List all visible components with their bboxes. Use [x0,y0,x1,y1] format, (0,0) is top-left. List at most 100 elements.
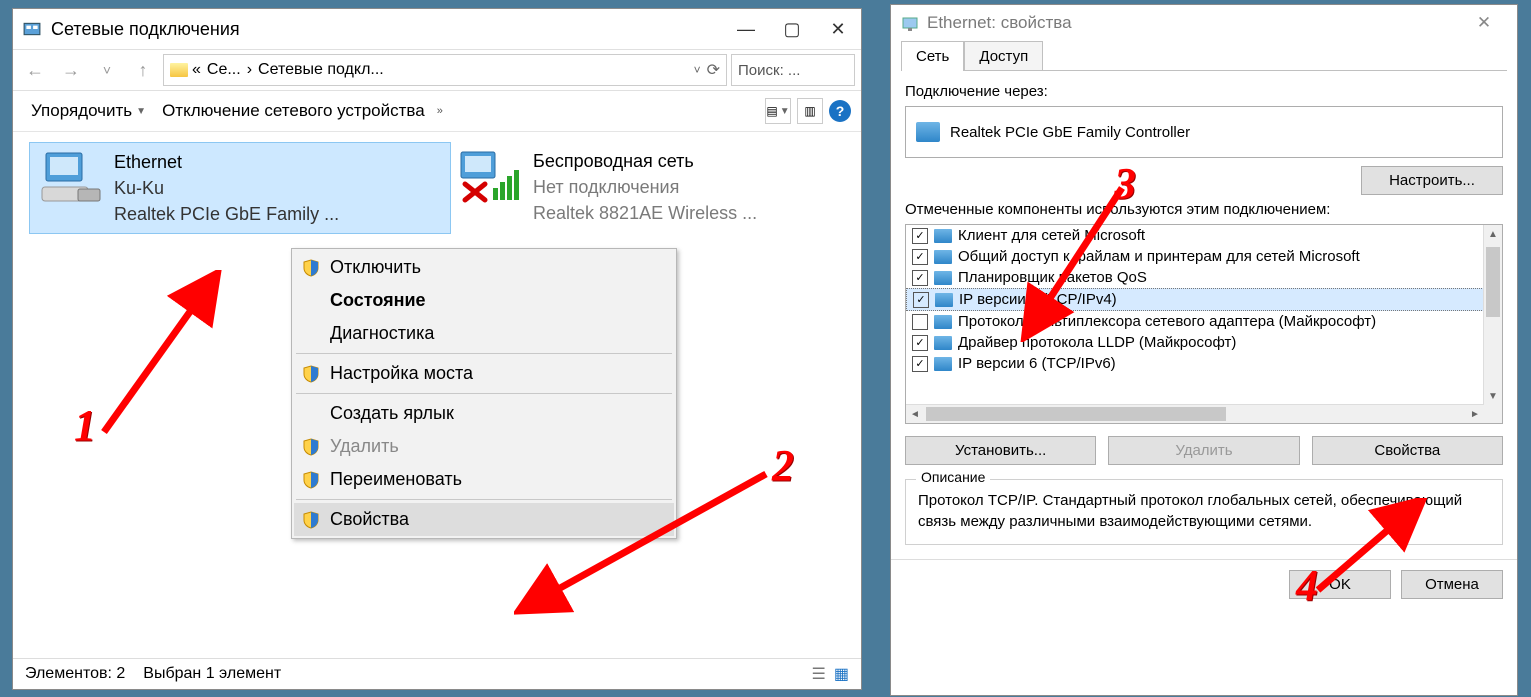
breadcrumb-dropdown-icon[interactable]: ˅ [694,63,701,77]
toolbar-overflow-icon[interactable]: » [433,105,447,117]
component-row[interactable]: ✓ Планировщик пакетов QoS [906,267,1484,288]
toolbar: Упорядочить▼ Отключение сетевого устройс… [13,91,861,132]
protocol-icon [934,229,952,243]
conn-status: Ku-Ku [114,175,440,201]
ctx-properties[interactable]: Свойства [294,503,674,536]
connect-via-label: Подключение через: [905,83,1503,100]
scroll-down-icon[interactable]: ▼ [1484,387,1502,405]
separator [296,499,672,500]
adapter-icon [901,14,919,32]
folder-icon [170,63,188,77]
search-input[interactable]: Поиск: ... [731,54,855,86]
remove-button: Удалить [1108,436,1299,465]
scroll-right-icon[interactable]: ► [1466,405,1484,423]
components-label: Отмеченные компоненты используются этим … [905,201,1503,218]
component-label: Клиент для сетей Microsoft [958,227,1145,244]
scroll-thumb[interactable] [1486,247,1500,317]
scroll-left-icon[interactable]: ◄ [906,405,924,423]
nav-bar: ← → ˅ ↑ « Се... › Сетевые подкл... ˅ ⟳ П… [13,49,861,91]
tabs: Сеть Доступ [901,41,1507,71]
ctx-status[interactable]: Состояние [294,284,674,317]
cancel-button[interactable]: Отмена [1401,570,1503,599]
annotation-3: 3 [1114,158,1136,209]
nav-up-icon[interactable]: ↑ [127,54,159,86]
tiles-view-icon[interactable]: ▦ [834,664,849,684]
status-selected: Выбран 1 элемент [143,665,281,683]
protocol-icon [934,271,952,285]
ethernet-adapter-icon [40,149,104,205]
checkbox[interactable]: ✓ [912,356,928,372]
component-label: IP версии 6 (TCP/IPv6) [958,355,1116,372]
checkbox[interactable]: ✓ [912,335,928,351]
close-button[interactable]: ✕ [815,9,861,49]
checkbox[interactable] [912,314,928,330]
nav-forward-icon[interactable]: → [55,54,87,86]
ctx-disconnect[interactable]: Отключить [294,251,674,284]
vertical-scrollbar[interactable]: ▲ ▼ [1483,225,1502,405]
content-area: Ethernet Ku-Ku Realtek PCIe GbE Family .… [13,132,861,616]
tab-access[interactable]: Доступ [964,41,1043,71]
annotation-1: 1 [74,400,96,451]
network-card-icon [916,122,940,142]
description-group: Описание Протокол TCP/IP. Стандартный пр… [905,479,1503,545]
protocol-icon [935,293,953,307]
status-bar: Элементов: 2 Выбран 1 элемент ☰ ▦ [13,658,861,689]
conn-device: Realtek PCIe GbE Family ... [114,201,440,227]
status-count: Элементов: 2 [25,665,125,683]
component-label: Общий доступ к файлам и принтерам для се… [958,248,1360,265]
checkbox[interactable]: ✓ [912,228,928,244]
properties-button[interactable]: Свойства [1312,436,1503,465]
shield-icon [302,438,320,456]
adapter-name: Realtek PCIe GbE Family Controller [950,124,1190,141]
ctx-delete[interactable]: Удалить [294,430,674,463]
component-row[interactable]: ✓ Общий доступ к файлам и принтерам для с… [906,246,1484,267]
dialog-footer: OK Отмена [891,559,1517,609]
connection-item-wireless[interactable]: Беспроводная сеть Нет подключения Realte… [449,142,861,232]
minimize-button[interactable]: — [723,9,769,49]
install-button[interactable]: Установить... [905,436,1096,465]
ctx-shortcut[interactable]: Создать ярлык [294,397,674,430]
connection-item-ethernet[interactable]: Ethernet Ku-Ku Realtek PCIe GbE Family .… [29,142,451,234]
nav-back-icon[interactable]: ← [19,54,51,86]
separator [296,353,672,354]
breadcrumb-part1: Се... [207,61,241,79]
component-row[interactable]: ✓Драйвер протокола LLDP (Майкрософт) [906,332,1484,353]
breadcrumb[interactable]: « Се... › Сетевые подкл... ˅ ⟳ [163,54,727,86]
ctx-diagnose[interactable]: Диагностика [294,317,674,350]
component-row[interactable]: ✓ IP версии 6 (TCP/IPv6) [906,353,1484,374]
components-listbox: ✓ Клиент для сетей Microsoft ✓ Общий доступ… [905,224,1503,424]
checkbox[interactable]: ✓ [912,249,928,265]
maximize-button[interactable]: ▢ [769,9,815,49]
component-row[interactable]: ✓ Клиент для сетей Microsoft [906,225,1484,246]
titlebar: Сетевые подключения — ▢ ✕ [13,9,861,49]
description-legend: Описание [916,469,990,485]
nav-history-icon[interactable]: ˅ [91,54,123,86]
protocol-icon [934,336,952,350]
component-label: IP версии 4 (TCP/IPv4) [959,291,1117,308]
help-icon[interactable]: ? [829,100,851,122]
ctx-bridge[interactable]: Настройка моста [294,357,674,390]
scroll-up-icon[interactable]: ▲ [1484,225,1502,243]
scroll-thumb[interactable] [926,407,1226,421]
sort-button[interactable]: Упорядочить▼ [23,91,154,131]
tab-network[interactable]: Сеть [901,41,964,71]
component-row[interactable]: Протокол мультиплексора сетевого адаптер… [906,311,1484,332]
shield-icon [302,259,320,277]
refresh-icon[interactable]: ⟳ [707,60,720,80]
details-view-icon[interactable]: ☰ [812,664,826,684]
close-button[interactable]: ✕ [1461,3,1507,43]
dialog-titlebar: Ethernet: свойства ✕ [891,5,1517,41]
view-mode-button[interactable]: ▤▼ [765,98,791,124]
component-row[interactable]: ✓ IP версии 4 (TCP/IPv4) [906,288,1484,311]
configure-button[interactable]: Настроить... [1361,166,1503,195]
disable-device-button[interactable]: Отключение сетевого устройства [154,91,433,131]
preview-pane-button[interactable]: ▥ [797,98,823,124]
checkbox[interactable]: ✓ [913,292,929,308]
component-label: Планировщик пакетов QoS [958,269,1147,286]
conn-status: Нет подключения [533,174,859,200]
dialog-body: Подключение через: Realtek PCIe GbE Fami… [891,71,1517,545]
ctx-rename[interactable]: Переименовать [294,463,674,496]
checkbox[interactable]: ✓ [912,270,928,286]
horizontal-scrollbar[interactable]: ◄ ► [906,404,1484,423]
component-buttons: Установить... Удалить Свойства [905,436,1503,465]
